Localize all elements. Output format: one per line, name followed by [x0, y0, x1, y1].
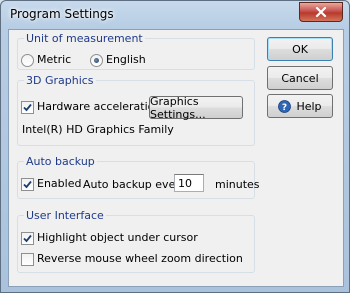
backup-interval-unit: minutes [215, 178, 260, 191]
svg-text:?: ? [282, 103, 287, 113]
help-button[interactable]: ? Help [267, 94, 333, 118]
program-settings-window: Program Settings Unit of measurement Met… [0, 0, 350, 293]
ok-button[interactable]: OK [267, 37, 333, 61]
graphics-settings-button[interactable]: Graphics Settings... [149, 95, 243, 121]
reverse-wheel-label[interactable]: Reverse mouse wheel zoom direction [37, 252, 243, 265]
checkmark-icon [23, 234, 32, 243]
title-bar[interactable]: Program Settings [1, 1, 349, 29]
auto-backup-enabled-checkbox[interactable] [21, 178, 34, 191]
hardware-acceleration-checkbox[interactable] [21, 101, 34, 114]
reverse-wheel-checkbox[interactable] [21, 253, 34, 266]
window-title: Program Settings [10, 7, 114, 21]
dialog-body: Unit of measurement Metric English 3D Gr… [8, 29, 344, 287]
highlight-object-checkbox[interactable] [21, 232, 34, 245]
metric-radio[interactable] [21, 54, 34, 67]
hardware-acceleration-label[interactable]: Hardware acceleration [37, 100, 161, 113]
unit-group-label: Unit of measurement [26, 32, 143, 45]
highlight-object-label[interactable]: Highlight object under cursor [37, 231, 198, 244]
auto-backup-group-label: Auto backup [26, 155, 95, 168]
english-radio[interactable] [90, 54, 103, 67]
help-button-label: Help [296, 99, 322, 113]
cancel-button[interactable]: Cancel [267, 66, 333, 90]
english-label[interactable]: English [106, 53, 146, 66]
radio-selected-dot [94, 58, 99, 63]
graphics-device-name: Intel(R) HD Graphics Family [22, 123, 174, 136]
user-interface-group-label: User Interface [26, 209, 104, 222]
3d-graphics-group-label: 3D Graphics [26, 74, 94, 87]
help-icon: ? [278, 99, 292, 113]
close-icon [315, 7, 327, 17]
backup-interval-input[interactable]: 10 [174, 174, 204, 192]
close-button[interactable] [299, 2, 343, 22]
checkmark-icon [23, 103, 32, 112]
metric-label[interactable]: Metric [37, 53, 71, 66]
auto-backup-enabled-label[interactable]: Enabled [37, 177, 81, 190]
checkmark-icon [23, 180, 32, 189]
